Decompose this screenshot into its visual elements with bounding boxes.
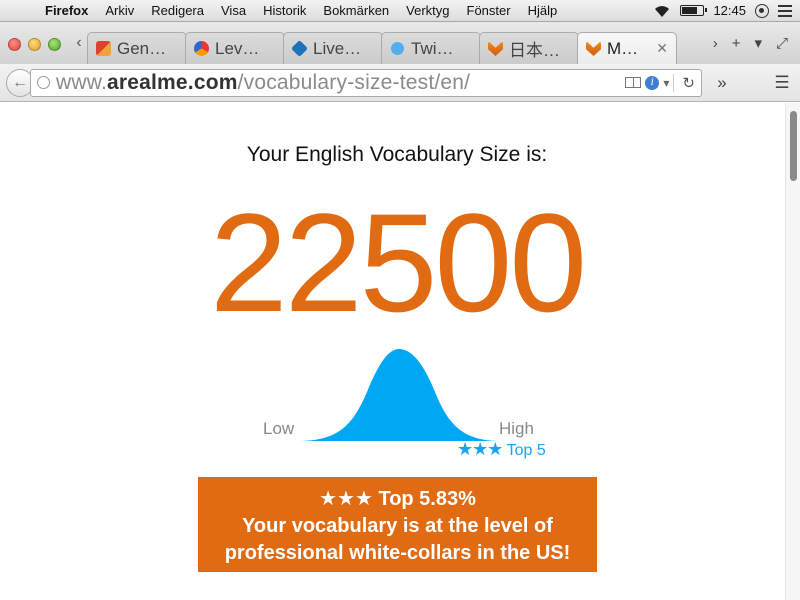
tab-label: 日本…: [509, 41, 560, 60]
tab-label: Twi…: [411, 38, 454, 58]
reader-view-icon[interactable]: [625, 77, 642, 88]
result-heading: Your English Vocabulary Size is:: [246, 143, 548, 166]
page-scrollbar[interactable]: [785, 103, 800, 600]
tab-label: Gen…: [117, 38, 167, 58]
menu-arkiv[interactable]: Arkiv: [98, 3, 144, 18]
menu-historik[interactable]: Historik: [256, 3, 316, 18]
lev-favicon-icon: [194, 41, 209, 56]
result-banner: ★★★ Top 5.83% Your vocabulary is at the …: [198, 477, 597, 572]
menu-fonster[interactable]: Fönster: [460, 3, 521, 18]
menu-redigera[interactable]: Redigera: [144, 3, 214, 18]
tab-twitter[interactable]: Twi…: [381, 32, 481, 64]
tab-label: Live…: [313, 38, 362, 58]
reload-icon[interactable]: ↻: [673, 73, 695, 92]
chevron-left-icon[interactable]: ‹: [71, 34, 87, 64]
scrollbar-thumb[interactable]: [790, 111, 797, 181]
battery-icon[interactable]: [680, 5, 708, 16]
spotlight-icon[interactable]: [755, 3, 769, 18]
globe-icon: [37, 76, 50, 89]
tab-label: M…: [607, 38, 639, 58]
overflow-chevron-icon[interactable]: »: [710, 73, 734, 93]
url-text[interactable]: www.arealme.com/vocabulary-size-test/en/: [56, 71, 470, 95]
tab-gen[interactable]: Gen…: [87, 32, 187, 64]
tab-japanese[interactable]: 日本…: [479, 32, 579, 64]
wifi-icon[interactable]: [653, 4, 671, 18]
navigation-bar: ← www.arealme.com/vocabulary-size-test/e…: [0, 64, 800, 102]
close-window-button[interactable]: [8, 38, 21, 51]
tab-strip: ‹ Gen… Lev… Live… Twi… 日本… M… ✕ › + ▾ ⤢: [0, 22, 800, 64]
macos-menu-bar: Firefox Arkiv Redigera Visa Historik Bok…: [0, 0, 800, 22]
minimize-window-button[interactable]: [28, 38, 41, 51]
result-description-line-2: professional white-collars in the US!: [224, 542, 571, 564]
tab-live[interactable]: Live…: [283, 32, 383, 64]
arrow-left-icon: ←: [12, 73, 28, 91]
tab-lev[interactable]: Lev…: [185, 32, 285, 64]
vocabulary-score: 22500: [209, 184, 587, 341]
url-domain: arealme.com: [106, 70, 238, 94]
dropdown-arrow-icon[interactable]: ▾: [663, 76, 669, 90]
bell-curve-shape: [297, 349, 501, 441]
gen-favicon-icon: [96, 41, 111, 56]
live-favicon-icon: [291, 40, 308, 57]
fullscreen-icon[interactable]: ⤢: [776, 35, 788, 52]
low-label: Low: [263, 419, 295, 438]
marker-stars-icon: ★★★: [457, 439, 503, 459]
menu-verktyg[interactable]: Verktyg: [399, 3, 459, 18]
result-description-line-1: Your vocabulary is at the level of: [242, 515, 553, 537]
hamburger-menu-icon[interactable]: ☰: [770, 73, 794, 93]
high-label: High: [499, 419, 534, 438]
firefox-favicon-icon: [586, 41, 601, 56]
notification-center-icon[interactable]: [778, 4, 792, 17]
twitter-favicon-icon: [390, 41, 405, 56]
url-path: /vocabulary-size-test/en/: [237, 70, 471, 94]
marker-text: Top 5: [506, 442, 546, 459]
distribution-curve: [297, 349, 501, 441]
firefox-favicon-icon: [488, 41, 503, 56]
chevron-right-icon[interactable]: ›: [713, 35, 718, 52]
menu-visa[interactable]: Visa: [214, 3, 256, 18]
tab-active[interactable]: M… ✕: [577, 32, 677, 64]
rank-marker: ★★★ Top 5: [457, 439, 549, 460]
chevron-down-icon[interactable]: ▾: [754, 34, 762, 52]
info-icon[interactable]: i: [645, 75, 660, 90]
zoom-window-button[interactable]: [48, 38, 61, 51]
url-bar[interactable]: www.arealme.com/vocabulary-size-test/en/…: [30, 68, 702, 97]
page-content: Your English Vocabulary Size is: 22500 L…: [0, 103, 785, 600]
url-prefix: www.: [56, 70, 107, 94]
tab-label: Lev…: [215, 38, 260, 58]
menu-bokmarken[interactable]: Bokmärken: [316, 3, 399, 18]
tab-close-icon[interactable]: ✕: [656, 40, 668, 57]
result-rank-line: ★★★ Top 5.83%: [319, 488, 476, 510]
menu-clock[interactable]: 12:45: [713, 3, 746, 18]
new-tab-icon[interactable]: +: [732, 35, 741, 52]
menu-firefox[interactable]: Firefox: [38, 3, 98, 18]
window-controls: [0, 38, 71, 64]
menu-hjalp[interactable]: Hjälp: [521, 3, 568, 18]
